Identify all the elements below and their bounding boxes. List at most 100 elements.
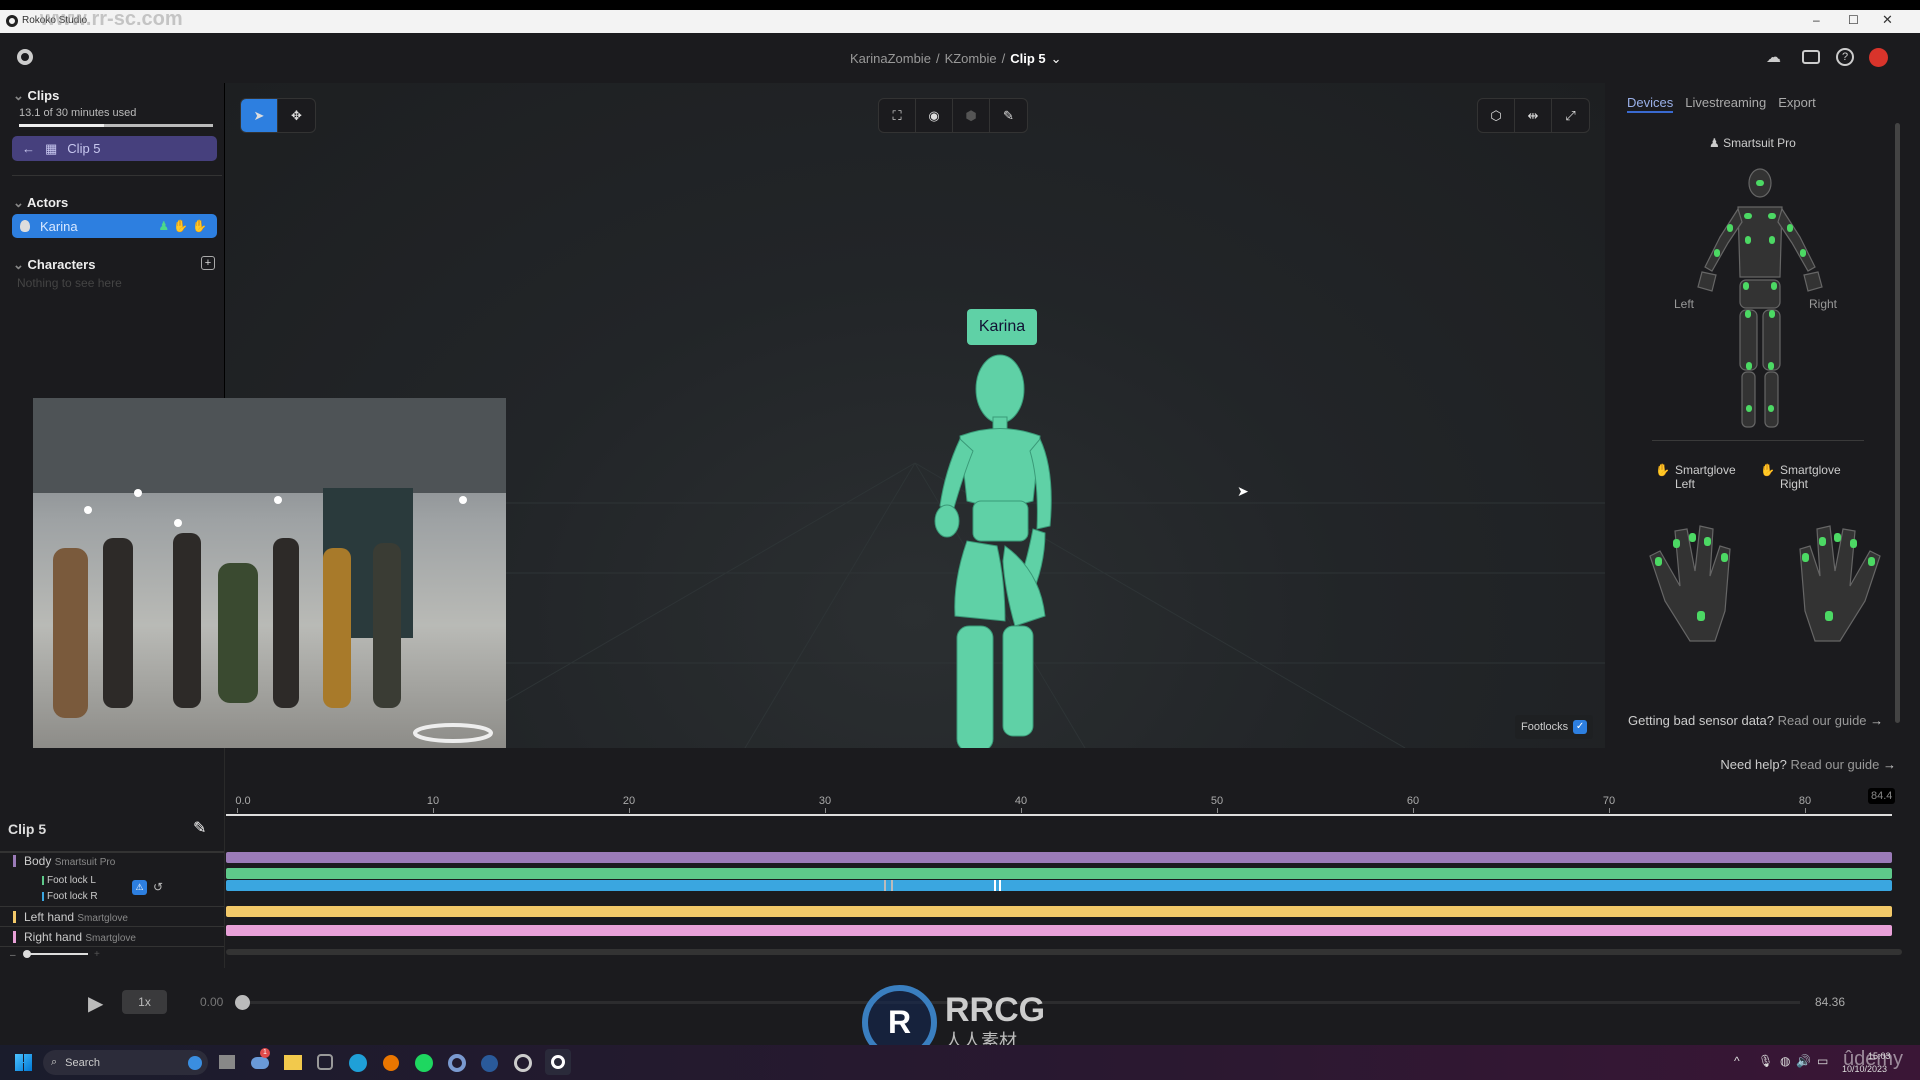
track-name: Body bbox=[24, 854, 52, 868]
sensor-guide-link[interactable]: Read our guide bbox=[1778, 713, 1867, 728]
characters-section-header[interactable]: ⌄ Characters bbox=[13, 257, 95, 273]
rokoko-taskbar-item[interactable] bbox=[545, 1049, 571, 1075]
help-guide-link[interactable]: Read our guide bbox=[1790, 757, 1879, 772]
footlocks-toggle[interactable]: Footlocks ✓ bbox=[1515, 715, 1593, 739]
footlock-marker[interactable] bbox=[884, 880, 886, 891]
add-character-button[interactable]: + bbox=[201, 256, 215, 270]
magic-wand-icon[interactable]: ✎ bbox=[990, 99, 1027, 132]
close-button[interactable]: ✕ bbox=[1882, 12, 1893, 28]
character-mask-icon[interactable]: ⬢ bbox=[953, 99, 990, 132]
track-label-right-hand[interactable]: Right hand Smartglove bbox=[24, 930, 136, 944]
footlock-marker[interactable] bbox=[994, 880, 996, 891]
track-bar-foot-lock-l[interactable] bbox=[226, 868, 1892, 879]
suit-right-label: Right bbox=[1809, 297, 1838, 311]
timeline-zoom-slider[interactable] bbox=[23, 950, 88, 958]
track-bar-right-hand[interactable] bbox=[226, 925, 1892, 936]
footlock-marker[interactable] bbox=[999, 880, 1001, 891]
time-ruler-line[interactable] bbox=[226, 814, 1892, 816]
reference-video[interactable] bbox=[33, 398, 506, 748]
minimize-button[interactable]: – bbox=[1813, 13, 1820, 27]
rokoko-logo-icon[interactable] bbox=[17, 49, 33, 65]
breadcrumb-project[interactable]: KarinaZombie bbox=[850, 51, 931, 67]
move-tool-button[interactable]: ✥ bbox=[278, 99, 315, 132]
breadcrumb-scene[interactable]: KZombie bbox=[945, 51, 997, 67]
select-tool-button[interactable]: ➤ bbox=[241, 99, 278, 132]
track-bar-left-hand[interactable] bbox=[226, 906, 1892, 917]
actor-focus-icon[interactable]: ⛶ bbox=[879, 99, 916, 132]
total-time: 84.36 bbox=[1815, 995, 1846, 1009]
right-panel: Devices Livestreaming Export ♟ Smartsuit… bbox=[1605, 83, 1920, 748]
fullscreen-icon[interactable]: ⤢ bbox=[1552, 99, 1589, 132]
track-label-foot-lock-l[interactable]: Foot lock L bbox=[47, 875, 96, 886]
screen-icon[interactable] bbox=[1802, 50, 1820, 64]
track-bar-body[interactable] bbox=[226, 852, 1892, 863]
zoom-out-icon[interactable]: – bbox=[10, 950, 16, 961]
clips-section-header[interactable]: ⌄ Clips bbox=[13, 88, 59, 104]
tab-export[interactable]: Export bbox=[1778, 95, 1816, 113]
battery-icon[interactable]: ▭ bbox=[1817, 1054, 1828, 1068]
magic-wand-icon[interactable]: ✎ bbox=[193, 818, 206, 838]
bad-sensor-help: Getting bad sensor data? Read our guide … bbox=[1628, 713, 1883, 728]
ruler-tick-label: 50 bbox=[1210, 795, 1224, 807]
view-toolbar: ⛶ ◉ ⬢ ✎ bbox=[878, 98, 1028, 133]
track-label-left-hand[interactable]: Left hand Smartglove bbox=[24, 910, 128, 924]
clock-time[interactable]: 15:03 bbox=[1868, 1051, 1891, 1061]
breadcrumb-clip[interactable]: Clip 5 bbox=[1010, 51, 1045, 67]
breadcrumb: KarinaZombie / KZombie / Clip 5 ⌄ bbox=[850, 51, 1062, 67]
glove-sensor-map bbox=[1649, 525, 1881, 642]
speed-button[interactable]: 1x bbox=[122, 990, 167, 1014]
ruler-tick bbox=[237, 808, 238, 813]
avatar[interactable] bbox=[1869, 48, 1888, 67]
spotify-icon[interactable] bbox=[415, 1054, 433, 1072]
actor-label[interactable]: Karina bbox=[967, 309, 1037, 345]
characters-title: Characters bbox=[27, 257, 96, 272]
edge-icon[interactable] bbox=[349, 1054, 367, 1072]
back-arrow-icon[interactable]: ← bbox=[22, 141, 35, 156]
footlock-marker[interactable] bbox=[891, 880, 893, 891]
track-label-body[interactable]: Body Smartsuit Pro bbox=[24, 854, 115, 868]
usage-bar-fill bbox=[19, 124, 104, 127]
timeline-hscrollbar[interactable] bbox=[226, 949, 1902, 955]
reset-icon[interactable]: ↺ bbox=[153, 880, 163, 894]
actor-item-karina[interactable]: Karina ♟✋✋ bbox=[12, 214, 217, 238]
network-icon[interactable]: ◍ bbox=[1780, 1054, 1790, 1068]
maximize-button[interactable]: ☐ bbox=[1848, 13, 1859, 27]
suit-sensor-map bbox=[1697, 168, 1823, 428]
blender-icon[interactable] bbox=[383, 1055, 399, 1071]
play-button[interactable]: ▶ bbox=[88, 991, 103, 1016]
scrubber-handle[interactable] bbox=[235, 995, 250, 1010]
eye-icon[interactable]: ◉ bbox=[916, 99, 953, 132]
zoom-in-icon[interactable]: + bbox=[94, 949, 100, 960]
taskbar-search[interactable]: ⌕ Search bbox=[43, 1050, 208, 1075]
mirror-icon[interactable]: ⇹ bbox=[1515, 99, 1552, 132]
volume-icon[interactable]: 🔊 bbox=[1796, 1054, 1811, 1068]
tray-overflow-icon[interactable]: ^ bbox=[1734, 1054, 1740, 1068]
footlocks-checkbox[interactable]: ✓ bbox=[1573, 720, 1588, 734]
footlock-auto-button[interactable]: ⚠ bbox=[132, 880, 147, 895]
steam-icon[interactable] bbox=[481, 1055, 498, 1072]
cloud-offline-icon[interactable]: ☁ bbox=[1766, 48, 1781, 66]
track-label-foot-lock-r[interactable]: Foot lock R bbox=[47, 891, 98, 902]
chevron-down-icon[interactable]: ⌄ bbox=[1051, 51, 1062, 67]
file-explorer-icon[interactable] bbox=[284, 1055, 302, 1070]
windows-taskbar: ⌕ Search 1 ^ 🎙 ◍ 🔊 ▭ ûdemy 15:03 10/10/20… bbox=[0, 1045, 1920, 1080]
actors-section-header[interactable]: ⌄ Actors bbox=[13, 195, 68, 211]
tab-livestreaming[interactable]: Livestreaming bbox=[1685, 95, 1766, 113]
clip-item-active[interactable]: ← ▦ Clip 5 bbox=[12, 136, 217, 161]
suit-left-label: Left bbox=[1674, 297, 1695, 311]
task-view-icon[interactable] bbox=[219, 1055, 235, 1069]
obs-icon[interactable] bbox=[514, 1054, 532, 1072]
windows-start-icon[interactable] bbox=[15, 1054, 32, 1071]
cube-view-icon[interactable]: ⬡ bbox=[1478, 99, 1515, 132]
settings-icon[interactable] bbox=[448, 1054, 466, 1072]
weather-icon[interactable] bbox=[251, 1057, 269, 1069]
track-bar-foot-lock-r[interactable] bbox=[226, 880, 1892, 891]
unity-icon[interactable] bbox=[317, 1054, 333, 1070]
tab-devices[interactable]: Devices bbox=[1627, 95, 1674, 113]
clock-date[interactable]: 10/10/2023 bbox=[1842, 1064, 1887, 1074]
panel-scrollbar[interactable] bbox=[1895, 123, 1900, 723]
help-icon[interactable]: ? bbox=[1836, 48, 1854, 66]
glove-right-line2: Right bbox=[1779, 477, 1808, 491]
zoom-slider-handle[interactable] bbox=[23, 950, 31, 958]
microphone-icon[interactable]: 🎙 bbox=[1758, 1054, 1773, 1068]
